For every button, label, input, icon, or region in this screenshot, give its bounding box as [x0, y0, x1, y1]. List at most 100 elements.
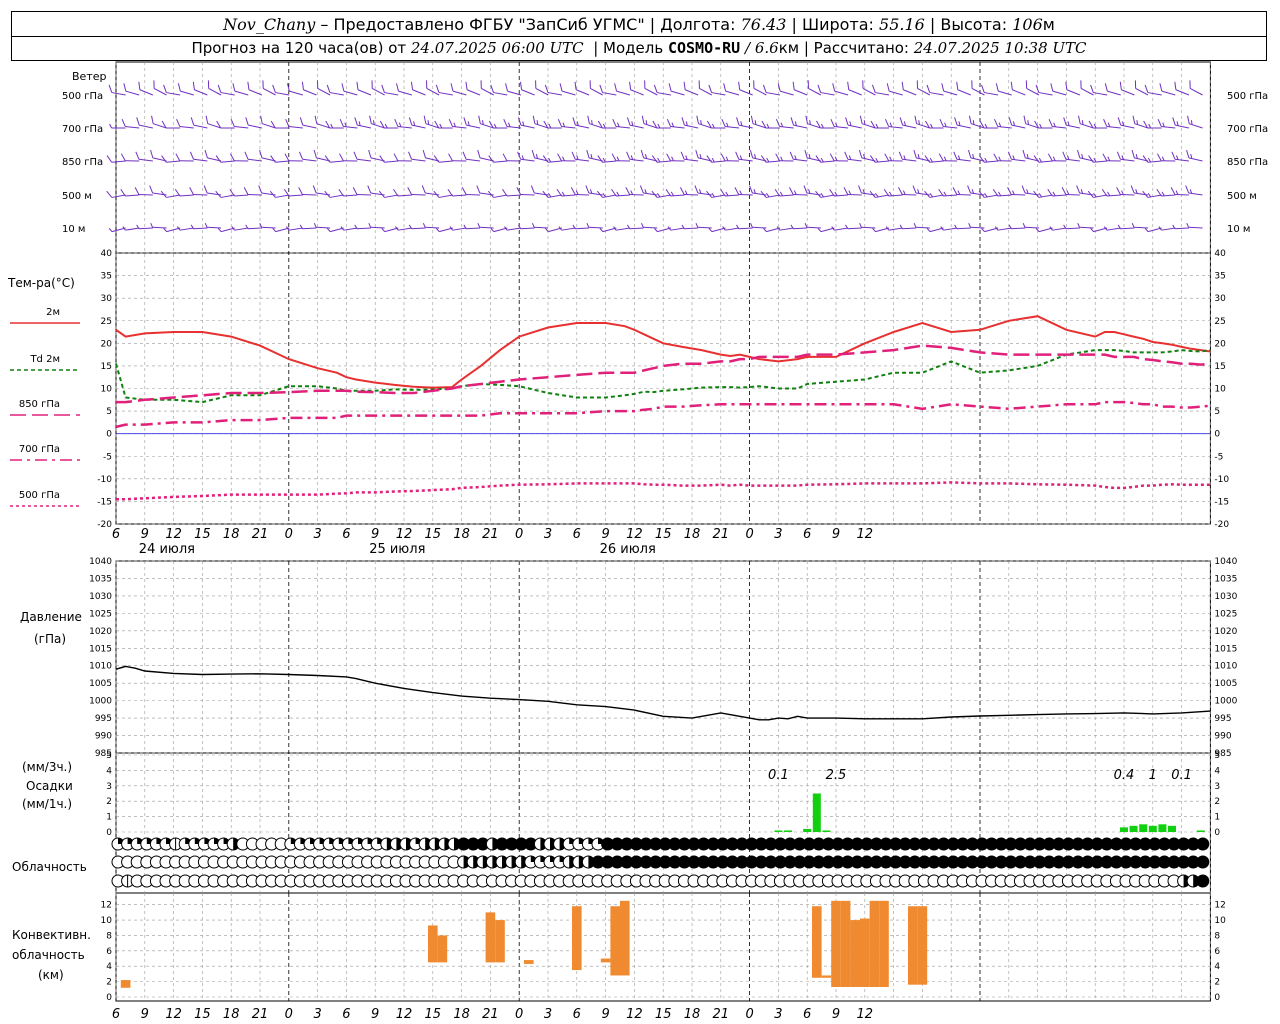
barb-feather	[967, 149, 972, 158]
temp-tick-label: -10	[97, 475, 112, 485]
precip-tick-label: 5	[1214, 751, 1220, 761]
barb-staff	[970, 226, 985, 229]
barb-feather	[870, 155, 876, 163]
hour-tick-label: 18	[684, 1007, 701, 1022]
barb-half	[641, 222, 644, 228]
barb-feather	[356, 81, 359, 90]
barb-feather	[1007, 187, 1012, 195]
barb-feather	[1130, 185, 1135, 194]
barb-staff	[179, 194, 194, 197]
barb-feather	[410, 81, 414, 90]
wind-barb	[517, 117, 535, 129]
barb-feather	[807, 80, 809, 89]
barb-half	[695, 222, 699, 228]
temp-tick-label: 40	[1214, 249, 1226, 259]
pressure-tick-label: 995	[1214, 714, 1231, 724]
barb-feather	[886, 83, 890, 92]
barb-half	[1022, 222, 1026, 228]
barb-feather	[1185, 185, 1190, 194]
wind-barb	[463, 224, 481, 230]
barb-feather	[542, 155, 549, 163]
wind-barb	[150, 149, 167, 162]
barb-staff	[984, 92, 999, 96]
barb-feather	[914, 115, 918, 124]
barb-staff	[1121, 89, 1135, 96]
conv-cloud-bar	[620, 900, 630, 976]
wind-barb	[738, 81, 753, 96]
precip-bar	[1148, 825, 1157, 832]
wind-barb	[1076, 185, 1094, 196]
barb-staff	[329, 160, 344, 163]
barb-half	[943, 156, 947, 162]
barb-half	[548, 157, 552, 163]
wind-barb	[899, 224, 917, 230]
barb-feather	[1062, 151, 1067, 160]
hour-tick-label: 3	[774, 1007, 782, 1022]
barb-half	[998, 156, 1002, 162]
wind-barb	[408, 117, 426, 129]
barb-staff	[1093, 227, 1108, 233]
wind-barb	[858, 149, 876, 162]
barb-feather	[153, 80, 155, 89]
conv-tick-label: 6	[1214, 947, 1220, 957]
barb-half	[793, 190, 797, 195]
precip-tick-label: 5	[106, 751, 112, 761]
barb-staff	[493, 160, 508, 163]
barb-staff	[520, 227, 535, 230]
temp-tick-label: -5	[103, 452, 112, 462]
precip-3h-total: 2.5	[826, 768, 847, 783]
barb-half	[493, 123, 497, 129]
barb-feather	[108, 84, 113, 93]
wind-barb	[926, 84, 944, 96]
barb-feather	[938, 153, 944, 161]
barb-half	[1052, 156, 1056, 162]
hour-tick-label: 9	[141, 527, 149, 542]
wind-barb	[299, 117, 317, 129]
barb-feather	[901, 81, 904, 90]
wind-barb	[108, 84, 126, 96]
wind-barb	[230, 118, 249, 129]
wind-barb	[298, 151, 317, 162]
barb-feather	[544, 84, 549, 93]
temp-tick-label: 40	[101, 249, 113, 259]
barb-feather	[1119, 81, 1122, 90]
cloud-symbol	[1196, 855, 1210, 869]
barb-feather	[1076, 185, 1081, 194]
wind-barb	[844, 151, 862, 162]
wind-barb	[1185, 185, 1203, 196]
wind-barb	[898, 151, 917, 162]
barb-feather	[232, 83, 236, 92]
conv-cloud-bar	[437, 935, 448, 963]
barb-staff	[275, 227, 290, 233]
barb-feather	[939, 118, 944, 127]
wind-barb	[571, 151, 590, 162]
wind-barb	[858, 185, 876, 196]
wind-barb	[1077, 222, 1094, 229]
barb-half	[368, 222, 372, 228]
barb-feather	[941, 83, 945, 92]
barb-feather	[476, 185, 481, 194]
barb-feather	[205, 115, 209, 124]
barb-feather	[913, 149, 917, 158]
hour-tick-label: 0	[515, 1007, 523, 1022]
barb-feather	[270, 155, 276, 163]
barb-feather	[1156, 153, 1162, 161]
hour-tick-label: 9	[371, 527, 379, 542]
hour-tick-label: 3	[313, 527, 321, 542]
pressure-tick-label: 1020	[1214, 627, 1237, 637]
temp-legend-label: 700 гПа	[19, 444, 60, 455]
conv-cloud-bar	[821, 975, 832, 978]
conv-tick-label: 6	[106, 947, 112, 957]
barb-feather	[1131, 149, 1135, 158]
wind-barb	[149, 185, 167, 196]
wind-barb	[817, 84, 835, 96]
wind-barb	[151, 115, 167, 129]
wind-level-label: 850 гПа	[1227, 157, 1268, 168]
wind-barb	[694, 185, 712, 196]
barb-feather	[175, 153, 181, 161]
barb-staff	[220, 92, 235, 96]
wind-barb	[477, 222, 494, 229]
wind-barb	[1186, 149, 1203, 162]
barb-staff	[915, 226, 930, 229]
wind-barb	[735, 151, 753, 162]
